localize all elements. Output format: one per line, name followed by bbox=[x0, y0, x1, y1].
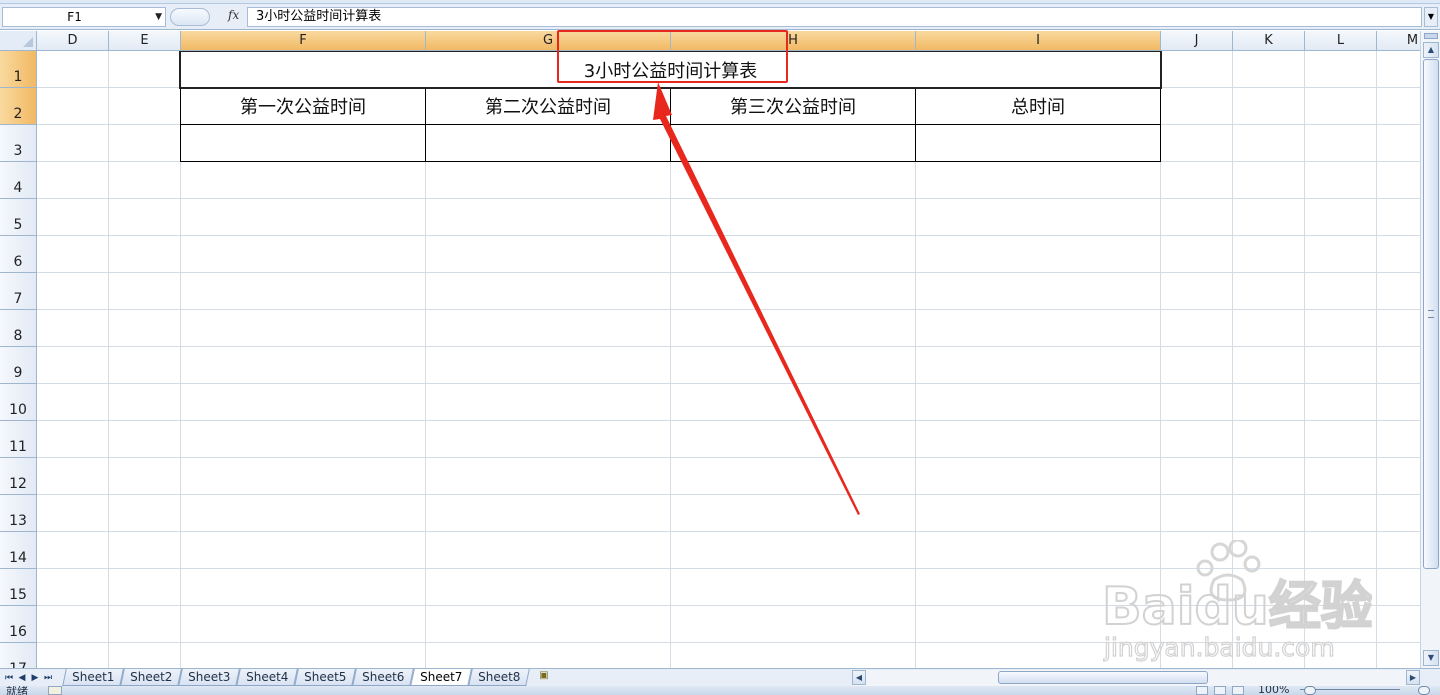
insert-sheet-icon[interactable]: ▣ bbox=[533, 670, 555, 685]
sheet-tab-8[interactable]: Sheet8 bbox=[468, 669, 530, 686]
sheet-tab-4[interactable]: Sheet4 bbox=[236, 669, 298, 686]
vertical-scrollbar[interactable]: ▲ ▼ bbox=[1420, 31, 1440, 668]
zoom-level[interactable]: 100% bbox=[1258, 686, 1289, 695]
prev-sheet-icon[interactable]: ◀ bbox=[16, 671, 28, 685]
sheet-tab-bar: ⏮ ◀ ▶ ⏭ Sheet1 Sheet2 Sheet3 Sheet4 Shee… bbox=[0, 668, 1440, 686]
macro-record-icon[interactable] bbox=[48, 686, 62, 695]
page-layout-view-icon[interactable] bbox=[1214, 686, 1226, 695]
split-handle[interactable] bbox=[1424, 33, 1438, 39]
last-sheet-icon[interactable]: ⏭ bbox=[42, 671, 54, 685]
zoom-minus-icon[interactable] bbox=[1304, 686, 1316, 695]
sheet-tab-5[interactable]: Sheet5 bbox=[294, 669, 356, 686]
page-break-view-icon[interactable] bbox=[1232, 686, 1244, 695]
sheet-tab-1[interactable]: Sheet1 bbox=[62, 669, 124, 686]
horizontal-scroll-thumb[interactable] bbox=[998, 671, 1208, 684]
grip-icon bbox=[1428, 310, 1434, 318]
annotation-arrow bbox=[653, 82, 860, 515]
zoom-plus-icon[interactable] bbox=[1418, 686, 1430, 695]
status-ready: 就绪 bbox=[6, 686, 28, 695]
next-sheet-icon[interactable]: ▶ bbox=[29, 671, 41, 685]
vertical-scroll-thumb[interactable] bbox=[1423, 59, 1439, 569]
sheet-tab-3[interactable]: Sheet3 bbox=[178, 669, 240, 686]
scroll-left-icon[interactable]: ◀ bbox=[852, 670, 866, 685]
horizontal-scrollbar[interactable]: ◀ ▶ bbox=[852, 670, 1420, 686]
scroll-right-icon[interactable]: ▶ bbox=[1406, 670, 1420, 685]
sheet-tab-6[interactable]: Sheet6 bbox=[352, 669, 414, 686]
normal-view-icon[interactable] bbox=[1196, 686, 1208, 695]
scroll-up-icon[interactable]: ▲ bbox=[1423, 42, 1439, 58]
first-sheet-icon[interactable]: ⏮ bbox=[3, 671, 15, 685]
scroll-down-icon[interactable]: ▼ bbox=[1423, 650, 1439, 666]
status-bar: 就绪 100% bbox=[0, 686, 1440, 695]
sheet-tab-2[interactable]: Sheet2 bbox=[120, 669, 182, 686]
sheet-tab-7-active[interactable]: Sheet7 bbox=[410, 669, 472, 686]
